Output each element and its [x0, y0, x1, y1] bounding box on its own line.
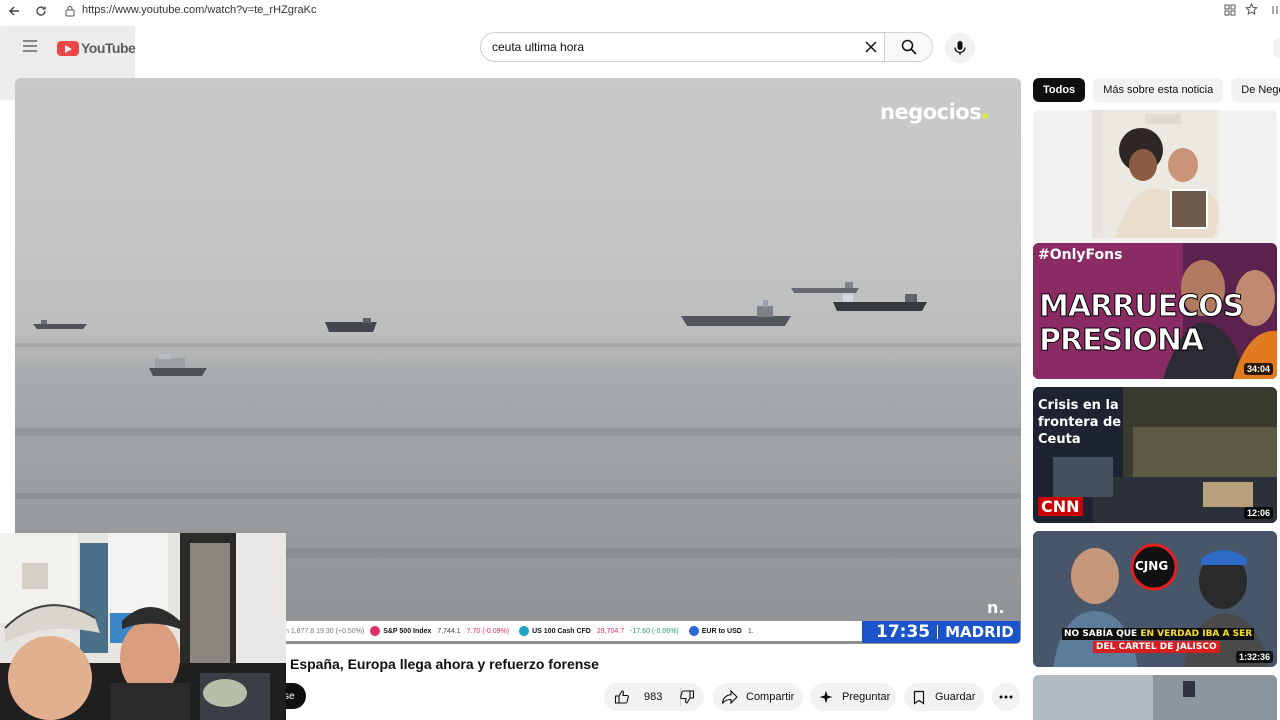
ticker-dot-icon — [370, 626, 381, 636]
extension-icon[interactable] — [1270, 3, 1280, 19]
clock-time: 17:35 — [876, 622, 931, 642]
ship-icon — [33, 320, 87, 329]
thumb-headline: Crisis en la — [1038, 398, 1119, 413]
sea-streak — [15, 428, 1021, 436]
thumbnail-image — [1033, 675, 1277, 720]
ask-label: Preguntar — [842, 691, 891, 703]
video-title: España, Europa llega ahora y refuerzo fo… — [290, 656, 599, 672]
address-bar[interactable]: https://www.youtube.com/watch?v=te_rHZgr… — [58, 2, 1268, 20]
thumbs-down-icon — [680, 690, 695, 704]
ticker-item: EUR to USD 1. — [688, 626, 760, 636]
thumb-logo-text: CJNG — [1135, 559, 1169, 573]
video-duration: 34:04 — [1243, 363, 1273, 375]
sea-streak — [15, 493, 1021, 499]
ship-icon — [833, 294, 927, 311]
sparkle-icon — [819, 690, 833, 704]
share-icon — [721, 689, 738, 705]
clear-search-icon[interactable] — [864, 40, 878, 54]
channel-watermark: negocios — [880, 100, 989, 124]
bookmark-icon — [913, 690, 925, 705]
ticker-item: US 100 Cash CFD 29,704.7 -17.60 (-0.06%) — [519, 626, 679, 636]
search-button[interactable] — [885, 32, 933, 62]
watermark-text: negocios — [880, 100, 982, 124]
share-label: Compartir — [746, 691, 795, 703]
dislike-button[interactable] — [672, 683, 702, 711]
thumb-headline: PRESIONA — [1038, 323, 1204, 359]
ticker-dot-icon — [519, 626, 530, 636]
market-ticker: n 1,877.8 19.30 (+0.50%) S&P 500 Index 7… — [285, 621, 870, 641]
webcam-image — [0, 533, 286, 720]
chip-all[interactable]: Todos — [1033, 78, 1086, 102]
header-right-button[interactable] — [1273, 38, 1280, 58]
clock-city: MADRID — [945, 623, 1014, 641]
browser-toolbar: https://www.youtube.com/watch?v=te_rHZgr… — [0, 0, 1280, 23]
site-info-icon[interactable] — [64, 4, 76, 17]
clock-banner: 17:35 MADRID — [862, 621, 1020, 643]
ship-icon — [325, 318, 377, 332]
share-button[interactable]: Compartir — [713, 683, 803, 711]
watermark-dot — [982, 113, 989, 119]
clock-divider — [937, 625, 939, 639]
related-video-thumbnail[interactable]: #OnlyFons MARRUECOS PRESIONA 34:04 — [1033, 243, 1277, 379]
related-video-thumbnail[interactable] — [1033, 675, 1277, 720]
video-duration: 12:06 — [1243, 507, 1273, 519]
cnn-logo: CNN — [1038, 497, 1083, 516]
related-video-thumbnail[interactable]: Crisis en la frontera de Ceuta CNN 12:06 — [1033, 387, 1277, 523]
thumb-headline-highlight: EN VERDAD IBA A SER — [1140, 629, 1253, 639]
webcam-overlay — [0, 533, 286, 720]
ad-thumbnail-image — [1092, 110, 1219, 238]
share-wrap: Compartir — [713, 683, 803, 711]
reload-icon[interactable] — [33, 3, 49, 19]
thumbs-up-icon — [614, 690, 629, 704]
corner-logo: n. — [987, 598, 1005, 617]
back-icon[interactable] — [6, 3, 22, 19]
related-video-thumbnail[interactable]: CJNG NO SABÍA QUE EN VERDAD IBA A SER DE… — [1033, 531, 1277, 667]
search-box[interactable] — [480, 32, 885, 62]
ticker-lead: n 1,877.8 19.30 (+0.50%) — [285, 627, 365, 635]
voice-search-button[interactable] — [945, 33, 975, 63]
thumb-headline: frontera de — [1038, 415, 1122, 430]
dislike-wrap — [672, 683, 702, 711]
ship-icon — [149, 354, 207, 376]
chip-from-channel[interactable]: De Negocios — [1231, 78, 1280, 102]
sea-streak — [15, 343, 1021, 347]
thumb-headline: Ceuta — [1038, 432, 1081, 447]
thumb-headline: NO SABÍA QUE EN VERDAD IBA A SER — [1062, 628, 1255, 640]
like-count: 983 — [644, 691, 663, 703]
microphone-icon — [954, 41, 966, 55]
thumb-tag: #OnlyFons — [1038, 247, 1123, 263]
save-wrap: Guardar — [904, 683, 984, 711]
more-actions-button[interactable] — [992, 683, 1020, 711]
search-icon — [901, 39, 917, 55]
bookmark-star-icon[interactable] — [1245, 2, 1261, 19]
save-button[interactable]: Guardar — [904, 683, 984, 711]
related-filter-chips: Todos Más sobre esta noticia De Negocios — [1033, 78, 1280, 102]
ticker-item: S&P 500 Index 7,744.1 7.70 (-0.09%) — [370, 626, 509, 636]
youtube-header: YouTube — [0, 22, 1280, 74]
more-dots-icon — [999, 695, 1013, 699]
chip-more-news[interactable]: Más sobre esta noticia — [1093, 78, 1224, 102]
app-grid-icon[interactable] — [1224, 3, 1240, 19]
save-label: Guardar — [935, 691, 976, 703]
url-text: https://www.youtube.com/watch?v=te_rHZgr… — [82, 4, 317, 16]
ask-button[interactable]: Preguntar — [810, 683, 896, 711]
thumb-headline: MARRUECOS — [1038, 289, 1244, 325]
video-duration: 1:32:36 — [1235, 651, 1273, 663]
search-input[interactable] — [492, 40, 852, 54]
thumb-headline-part: NO SABÍA QUE — [1064, 629, 1138, 639]
ticker-dot-icon — [688, 626, 699, 636]
ask-wrap: Preguntar — [810, 683, 896, 711]
thumb-headline: DEL CARTEL DE JALISCO — [1093, 641, 1220, 653]
related-video-thumbnail[interactable] — [1033, 110, 1277, 246]
ship-icon — [681, 300, 791, 326]
